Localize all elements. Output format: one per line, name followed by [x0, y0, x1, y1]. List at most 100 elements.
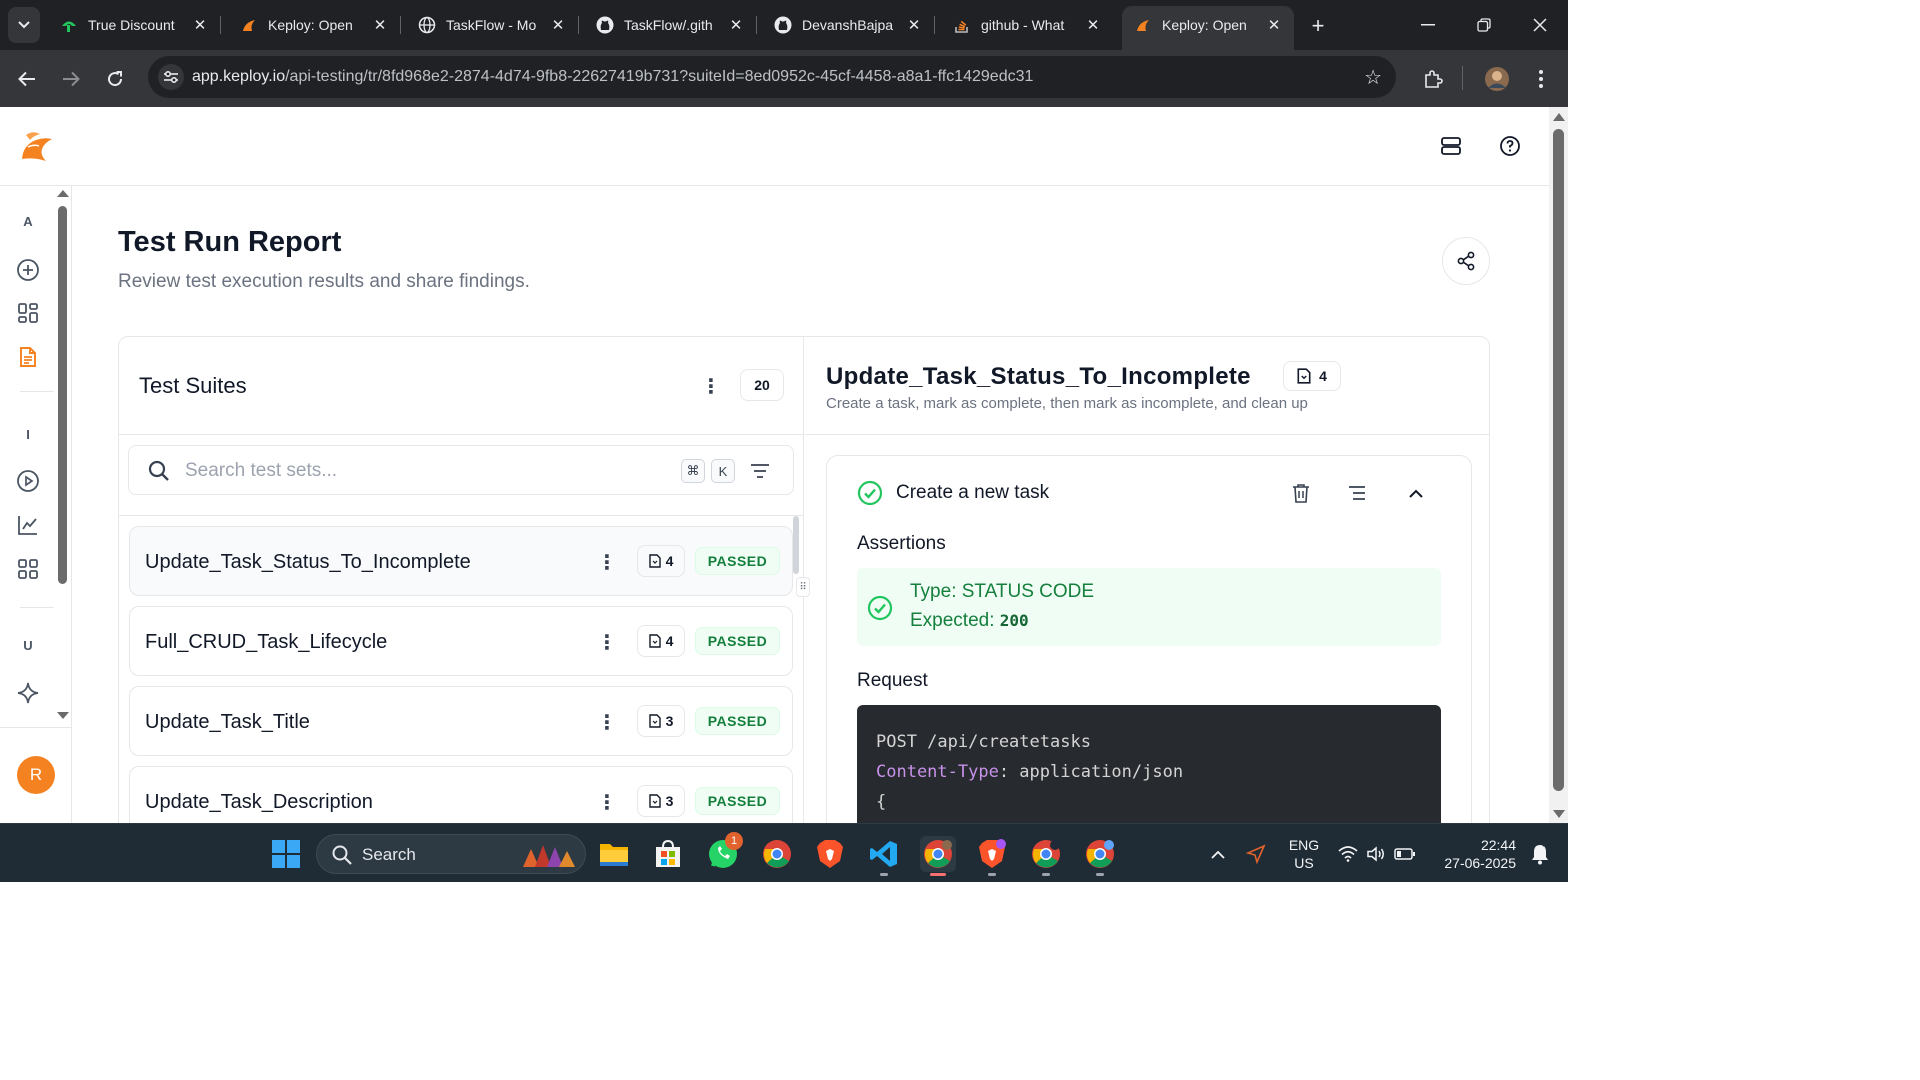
ms-store-icon[interactable] [650, 836, 686, 872]
browser-menu-button[interactable] [1524, 62, 1558, 96]
add-circle-icon[interactable] [14, 256, 42, 284]
help-icon[interactable] [1497, 133, 1523, 159]
whatsapp-icon[interactable]: 1 [705, 832, 743, 872]
suite-more-icon[interactable]: ⋮ [597, 790, 617, 814]
browser-tab[interactable]: TaskFlow - Mo ✕ [406, 6, 579, 44]
close-tab-icon[interactable]: ✕ [1264, 16, 1284, 34]
scrollbar-thumb[interactable] [1553, 129, 1564, 791]
windows-start-icon[interactable] [271, 839, 301, 869]
assertions-label: Assertions [857, 533, 946, 554]
share-button[interactable] [1442, 237, 1490, 285]
dashboard-icon[interactable] [14, 299, 42, 327]
url-path: /api-testing/tr/8fd968e2-2874-4d74-9fb8-… [285, 68, 1034, 85]
collapse-step-button[interactable] [1405, 482, 1427, 504]
show-hidden-icons-chevron-icon[interactable] [1200, 836, 1236, 872]
new-tab-button[interactable]: + [1304, 12, 1332, 40]
sparkle-icon[interactable] [14, 679, 42, 707]
suite-more-icon[interactable]: ⋮ [597, 550, 617, 574]
delete-step-button[interactable] [1290, 482, 1312, 504]
search-input[interactable] [185, 458, 665, 484]
server-icon[interactable] [1438, 133, 1464, 159]
rail-scroll-down-icon[interactable] [57, 712, 69, 719]
close-tab-icon[interactable]: ✕ [548, 16, 568, 34]
keploy-logo[interactable] [16, 125, 56, 165]
page-scrollbar[interactable] [1549, 107, 1568, 823]
app-header [0, 107, 1549, 186]
arrow-left-icon [18, 71, 35, 87]
scroll-down-icon[interactable] [1553, 810, 1565, 818]
tab-title: TaskFlow/.gith [624, 17, 713, 33]
browser-tab[interactable]: DevanshBajpa ✕ [762, 6, 935, 44]
minimize-button[interactable] [1400, 8, 1456, 42]
brave-profile-icon[interactable] [974, 836, 1010, 876]
system-tray-status[interactable] [1332, 836, 1422, 872]
notifications-bell-icon[interactable] [1522, 836, 1558, 872]
request-label: Request [857, 670, 928, 691]
clock[interactable]: 22:44 27-06-2025 [1434, 836, 1516, 872]
browser-tab[interactable]: github - What ✕ [941, 6, 1113, 44]
report-document-icon[interactable] [14, 343, 42, 371]
suites-more-icon[interactable]: ⋮ [701, 374, 721, 398]
file-icon [648, 714, 661, 728]
scroll-up-icon[interactable] [1553, 113, 1565, 121]
forward-button[interactable] [54, 62, 88, 96]
suite-row[interactable]: Update_Task_Title ⋮ 3 PASSED [129, 686, 793, 756]
clock-date: 27-06-2025 [1444, 855, 1516, 871]
truediscount-favicon-icon [60, 16, 78, 34]
rail-scroll-up-icon[interactable] [57, 190, 69, 197]
step-details-button[interactable] [1346, 482, 1368, 504]
taskbar-search[interactable]: Search [316, 834, 586, 874]
chrome-icon[interactable] [759, 836, 795, 872]
address-bar[interactable]: app.keploy.io/api-testing/tr/8fd968e2-28… [148, 56, 1396, 98]
play-circle-icon[interactable] [14, 467, 42, 495]
close-tab-icon[interactable]: ✕ [190, 16, 210, 34]
back-button[interactable] [10, 62, 44, 96]
location-arrow-icon[interactable] [1238, 836, 1274, 872]
suite-more-icon[interactable]: ⋮ [597, 630, 617, 654]
close-tab-icon[interactable]: ✕ [370, 16, 390, 34]
chrome-profile-icon[interactable] [1028, 836, 1064, 876]
close-tab-icon[interactable]: ✕ [726, 16, 746, 34]
language-indicator[interactable]: ENG US [1284, 836, 1324, 872]
step-count-badge: 3 [637, 785, 685, 817]
browser-tab[interactable]: Keploy: Open ✕ [228, 6, 401, 44]
reload-button[interactable] [98, 62, 132, 96]
arrow-right-icon [63, 71, 80, 87]
chrome-profile-icon[interactable] [1082, 836, 1118, 876]
browser-tab[interactable]: True Discount ✕ [48, 6, 221, 44]
more-vertical-icon [1539, 70, 1543, 88]
user-avatar[interactable]: R [17, 756, 55, 794]
suite-row[interactable]: Update_Task_Status_To_Incomplete ⋮ 4 PAS… [129, 526, 793, 596]
close-window-button[interactable] [1512, 8, 1568, 42]
file-explorer-icon[interactable] [596, 836, 632, 872]
brave-icon[interactable] [812, 836, 848, 872]
restore-icon [1477, 18, 1491, 32]
tab-title: DevanshBajpa [802, 17, 894, 33]
chrome-profile-active-icon[interactable] [920, 836, 956, 876]
restore-button[interactable] [1456, 8, 1512, 42]
bookmark-star-icon[interactable]: ☆ [1364, 65, 1382, 90]
profile-avatar-icon [1485, 67, 1509, 91]
chevron-up-icon [1409, 489, 1423, 498]
sidebar-section-label: A [23, 214, 33, 229]
site-info-icon[interactable] [158, 64, 184, 90]
share-icon [1457, 251, 1475, 271]
assertion-expected: Expected: 200 [910, 610, 1029, 632]
line-chart-icon[interactable] [14, 511, 42, 539]
suite-more-icon[interactable]: ⋮ [597, 710, 617, 734]
profile-button[interactable] [1480, 62, 1514, 96]
list-scrollbar-thumb[interactable] [793, 516, 799, 574]
rail-scrollbar[interactable] [58, 206, 67, 584]
browser-tab[interactable]: TaskFlow/.gith ✕ [584, 6, 757, 44]
extensions-button[interactable] [1416, 62, 1450, 96]
suite-name: Update_Task_Status_To_Incomplete [145, 551, 471, 573]
keploy-favicon-icon [240, 16, 258, 34]
apps-grid-icon[interactable] [14, 555, 42, 583]
tab-search-button[interactable] [8, 7, 40, 43]
close-tab-icon[interactable]: ✕ [904, 16, 924, 34]
browser-tab-active[interactable]: Keploy: Open ✕ [1122, 6, 1294, 50]
vscode-icon[interactable] [866, 836, 902, 876]
close-tab-icon[interactable]: ✕ [1083, 16, 1103, 34]
filter-icon[interactable] [749, 460, 771, 482]
suite-row[interactable]: Full_CRUD_Task_Lifecycle ⋮ 4 PASSED [129, 606, 793, 676]
